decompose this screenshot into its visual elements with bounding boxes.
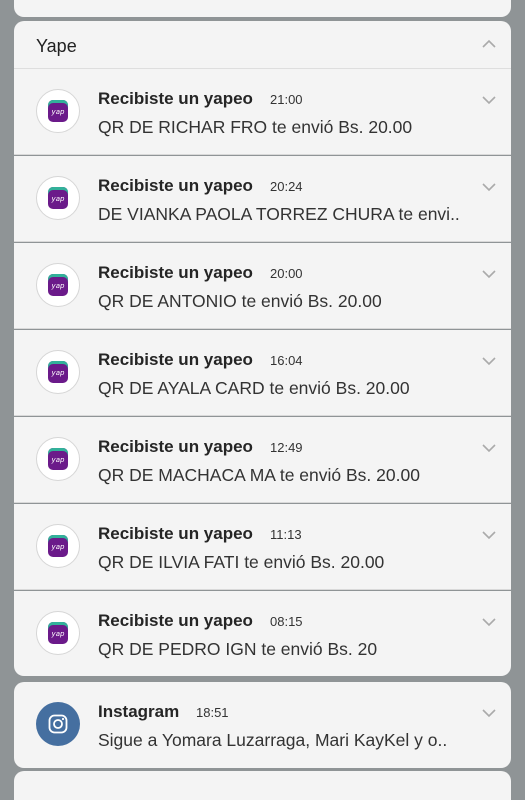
notification-time: 20:24 xyxy=(270,179,303,194)
notification-body: DE VIANKA PAOLA TORREZ CHURA te envi.. xyxy=(98,204,460,224)
notification-time: 12:49 xyxy=(270,440,303,455)
chevron-down-icon[interactable] xyxy=(482,706,496,720)
chevron-down-icon[interactable] xyxy=(482,615,496,629)
yape-notification[interactable]: yap Recibiste un yapeo 11:13 QR DE ILVIA… xyxy=(14,504,511,590)
next-notification-card[interactable] xyxy=(14,771,511,800)
notification-title: Instagram xyxy=(98,702,180,721)
notification-time: 16:04 xyxy=(270,353,303,368)
yape-logo: yap xyxy=(48,535,68,557)
yape-logo: yap xyxy=(48,100,68,122)
instagram-icon xyxy=(48,714,68,734)
yape-notification[interactable]: yap Recibiste un yapeo 12:49 QR DE MACHA… xyxy=(14,417,511,503)
chevron-down-icon[interactable] xyxy=(482,180,496,194)
notification-title: Recibiste un yapeo xyxy=(98,350,253,369)
notification-title: Recibiste un yapeo xyxy=(98,611,253,630)
yape-app-icon: yap xyxy=(36,350,80,394)
yape-notification[interactable]: yap Recibiste un yapeo 20:24 DE VIANKA P… xyxy=(14,156,511,242)
yape-notification[interactable]: yap Recibiste un yapeo 08:15 QR DE PEDRO… xyxy=(14,591,511,676)
yape-notification[interactable]: yap Recibiste un yapeo 20:00 QR DE ANTON… xyxy=(14,243,511,329)
notification-time: 21:00 xyxy=(270,92,303,107)
notification-body: QR DE MACHACA MA te envió Bs. 20.00 xyxy=(98,465,420,485)
chevron-down-icon[interactable] xyxy=(482,441,496,455)
chevron-down-icon[interactable] xyxy=(482,267,496,281)
instagram-app-icon xyxy=(36,702,80,746)
yape-logo: yap xyxy=(48,187,68,209)
yape-app-icon: yap xyxy=(36,611,80,655)
yape-app-icon: yap xyxy=(36,524,80,568)
notification-time: 18:51 xyxy=(196,705,229,720)
yape-logo: yap xyxy=(48,622,68,644)
instagram-notification[interactable]: Instagram 18:51 Sigue a Yomara Luzarraga… xyxy=(14,682,511,768)
chevron-up-icon[interactable] xyxy=(482,37,496,51)
notification-time: 08:15 xyxy=(270,614,303,629)
yape-app-icon: yap xyxy=(36,437,80,481)
notification-body: QR DE ILVIA FATI te envió Bs. 20.00 xyxy=(98,552,385,572)
group-title: Yape xyxy=(36,36,77,56)
notification-time: 20:00 xyxy=(270,266,303,281)
notification-body: QR DE AYALA CARD te envió Bs. 20.00 xyxy=(98,378,410,398)
yape-notification[interactable]: yap Recibiste un yapeo 16:04 QR DE AYALA… xyxy=(14,330,511,416)
notification-title: Recibiste un yapeo xyxy=(98,176,253,195)
yape-logo: yap xyxy=(48,448,68,470)
yape-app-icon: yap xyxy=(36,176,80,220)
yape-group-header[interactable]: Yape xyxy=(14,21,511,69)
notification-title: Recibiste un yapeo xyxy=(98,263,253,282)
notification-title: Recibiste un yapeo xyxy=(98,437,253,456)
chevron-down-icon[interactable] xyxy=(482,528,496,542)
yape-logo: yap xyxy=(48,274,68,296)
notification-body: QR DE RICHAR FRO te envió Bs. 20.00 xyxy=(98,117,413,137)
yape-logo: yap xyxy=(48,361,68,383)
chevron-down-icon[interactable] xyxy=(482,354,496,368)
yape-app-icon: yap xyxy=(36,263,80,307)
notification-title: Recibiste un yapeo xyxy=(98,89,253,108)
notification-body: QR DE ANTONIO te envió Bs. 20.00 xyxy=(98,291,382,311)
notification-body: Sigue a Yomara Luzarraga, Mari KayKel y … xyxy=(98,730,448,750)
yape-app-icon: yap xyxy=(36,89,80,133)
previous-notification-card[interactable] xyxy=(14,0,511,17)
notification-title: Recibiste un yapeo xyxy=(98,524,253,543)
chevron-down-icon[interactable] xyxy=(482,93,496,107)
yape-notification[interactable]: yap Recibiste un yapeo 21:00 QR DE RICHA… xyxy=(14,69,511,155)
notification-body: QR DE PEDRO IGN te envió Bs. 20 xyxy=(98,639,378,659)
notification-time: 11:13 xyxy=(270,527,302,542)
